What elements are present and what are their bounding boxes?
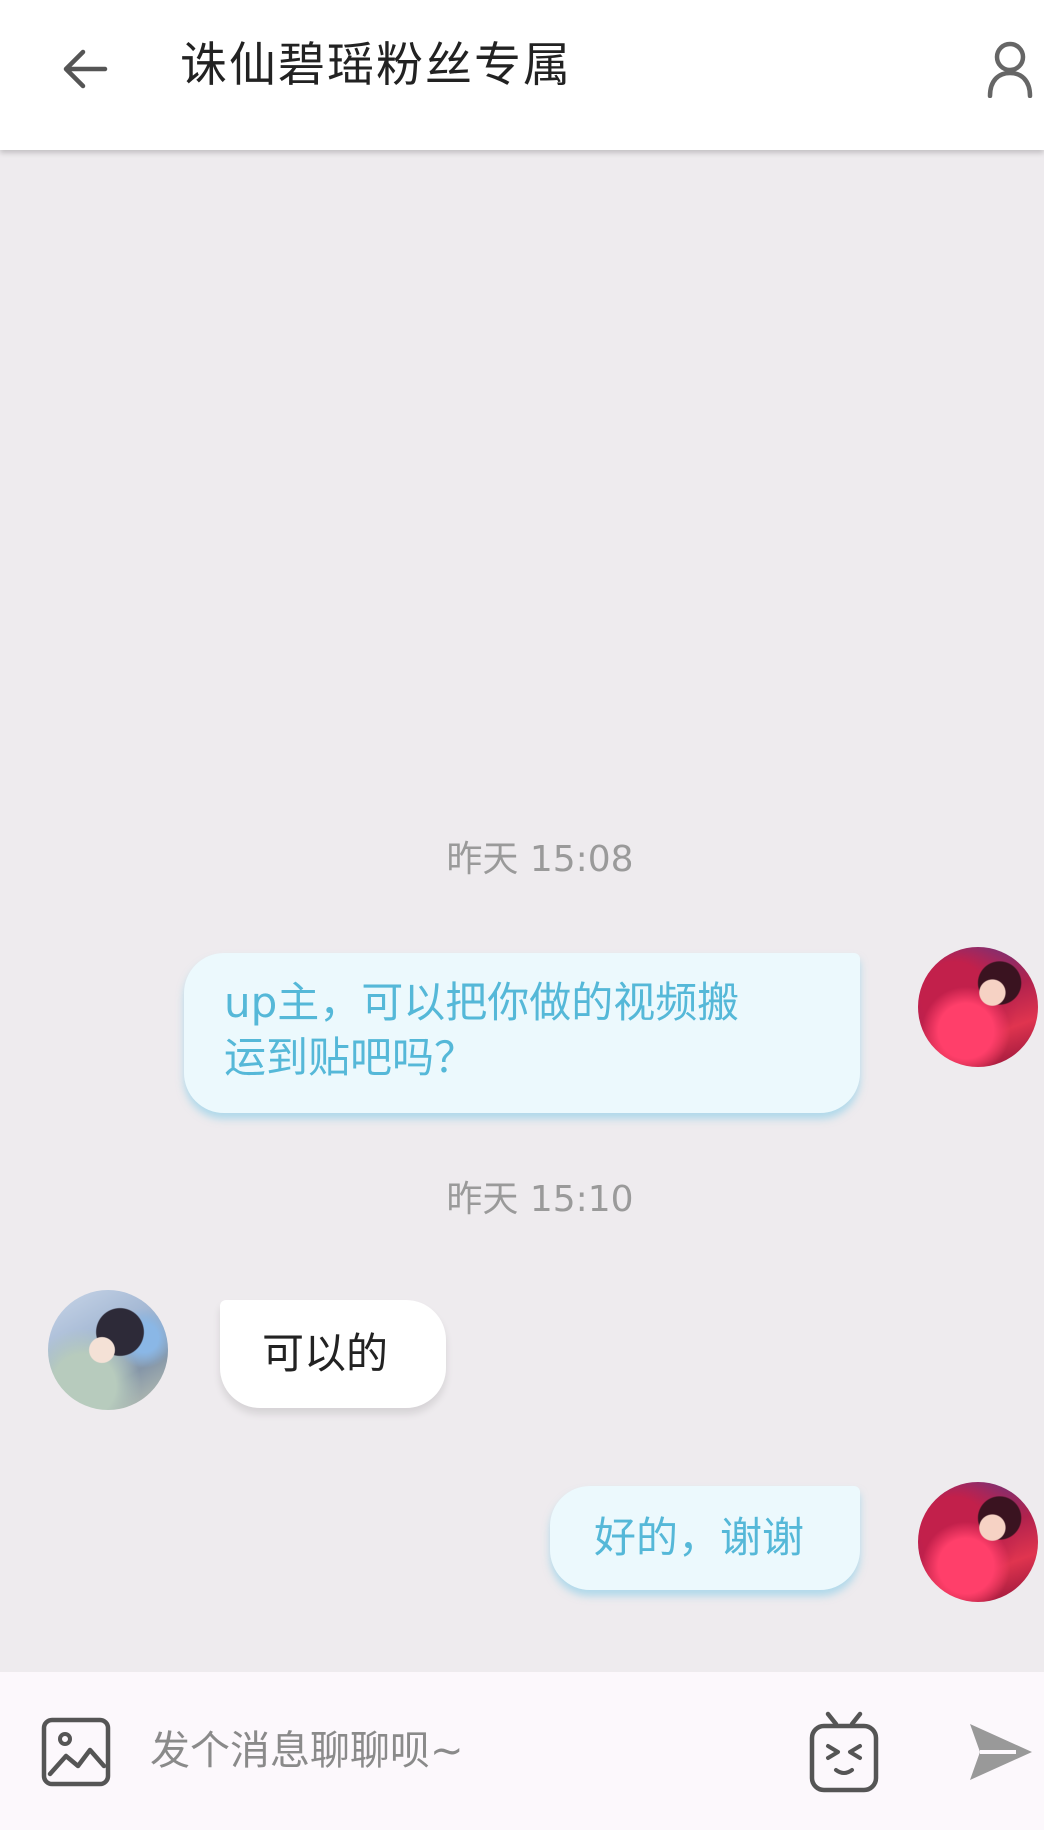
- image-button[interactable]: [40, 1716, 112, 1788]
- timestamp: 昨天 15:08: [446, 839, 634, 880]
- emoji-button[interactable]: [808, 1710, 880, 1794]
- message-text: 好的，谢谢: [594, 1513, 805, 1562]
- message-composer: [0, 1672, 1044, 1830]
- message-text: 可以的: [262, 1329, 389, 1378]
- send-icon: [970, 1724, 1032, 1780]
- profile-button[interactable]: [980, 34, 1040, 104]
- page-title: 诛仙碧瑶粉丝专属: [180, 38, 572, 93]
- message-input[interactable]: [150, 1706, 770, 1796]
- send-button[interactable]: [966, 1716, 1036, 1788]
- message-list[interactable]: 昨天 15:08 up主，可以把你做的视频搬 运到贴吧吗？ 昨天 15:10 可…: [0, 150, 1044, 1672]
- top-bar: 诛仙碧瑶粉丝专属: [0, 0, 1044, 150]
- message-text-line: up主，可以把你做的视频搬: [224, 978, 740, 1027]
- arrow-left-icon: [63, 49, 108, 89]
- person-icon: [987, 41, 1033, 98]
- incoming-message[interactable]: 可以的: [220, 1300, 446, 1408]
- my-avatar[interactable]: [918, 947, 1038, 1067]
- back-button[interactable]: [50, 34, 120, 104]
- outgoing-message[interactable]: up主，可以把你做的视频搬 运到贴吧吗？: [184, 953, 860, 1113]
- bilibili-emoji-icon: [809, 1711, 879, 1793]
- chat-screen: 诛仙碧瑶粉丝专属 昨天 15:08 up主，可以把你做的视频搬 运到贴吧吗？ 昨…: [0, 0, 1044, 1830]
- contact-avatar[interactable]: [48, 1290, 168, 1410]
- timestamp: 昨天 15:10: [446, 1179, 634, 1220]
- message-text-line: 运到贴吧吗？: [224, 1033, 477, 1082]
- image-icon: [41, 1717, 111, 1787]
- my-avatar[interactable]: [918, 1482, 1038, 1602]
- outgoing-message[interactable]: 好的，谢谢: [550, 1486, 860, 1590]
